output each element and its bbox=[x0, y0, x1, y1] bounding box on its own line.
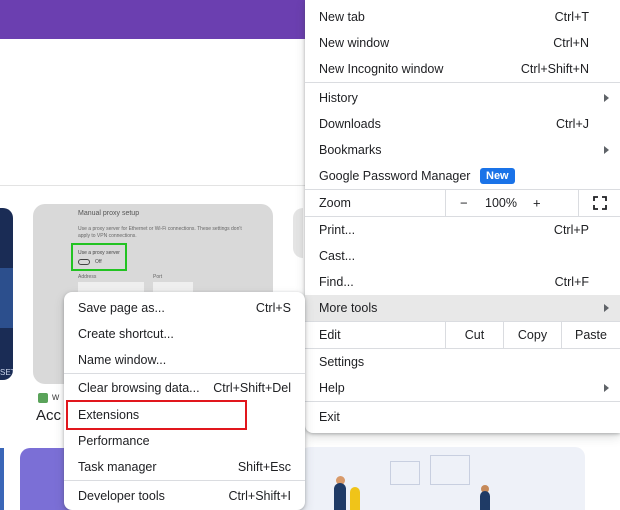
menu-item-clear-browsing-data[interactable]: Clear browsing data... Ctrl+Shift+Del bbox=[64, 375, 305, 401]
submenu-arrow-icon bbox=[604, 146, 609, 154]
illustration-panel bbox=[430, 455, 470, 485]
article-illustration[interactable] bbox=[300, 447, 585, 510]
menu-item-label: Performance bbox=[78, 434, 150, 448]
menu-item-shortcut: Ctrl+Shift+N bbox=[520, 62, 589, 76]
menu-item-shortcut: Ctrl+T bbox=[554, 10, 589, 24]
menu-item-label: History bbox=[319, 91, 358, 105]
card-left-text: SET bbox=[0, 368, 13, 377]
menu-item-label: Settings bbox=[319, 355, 365, 369]
menu-item-label: Clear browsing data... bbox=[78, 381, 200, 395]
submenu-arrow-icon bbox=[604, 384, 609, 392]
paste-button[interactable]: Paste bbox=[561, 322, 620, 348]
menu-item-label: Zoom bbox=[319, 196, 351, 210]
zoom-in-button[interactable]: + bbox=[533, 196, 541, 211]
use-proxy-label: Use a proxy server bbox=[78, 250, 120, 256]
menu-item-settings[interactable]: Settings bbox=[305, 349, 620, 375]
menu-item-cast[interactable]: Cast... bbox=[305, 243, 620, 269]
thumbnail-title: Manual proxy setup bbox=[78, 210, 140, 217]
menu-item-label: Save page as... bbox=[78, 301, 165, 315]
menu-item-shortcut: Ctrl+P bbox=[553, 223, 589, 237]
menu-item-shortcut: Ctrl+Shift+Del bbox=[213, 381, 291, 395]
menu-item-label: Name window... bbox=[78, 353, 167, 367]
menu-separator bbox=[64, 480, 305, 481]
menu-item-new-incognito[interactable]: New Incognito window Ctrl+Shift+N bbox=[305, 56, 620, 82]
menu-item-label: Help bbox=[319, 381, 345, 395]
menu-item-password-manager[interactable]: Google Password Manager New bbox=[305, 163, 620, 189]
menu-item-label: Print... bbox=[319, 223, 356, 237]
menu-item-label: Downloads bbox=[319, 117, 381, 131]
menu-item-label: Create shortcut... bbox=[78, 327, 174, 341]
source-favicon-icon bbox=[38, 393, 48, 403]
copy-button[interactable]: Copy bbox=[503, 322, 561, 348]
fullscreen-button[interactable] bbox=[578, 190, 620, 216]
menu-item-performance[interactable]: Performance bbox=[64, 428, 305, 454]
card-bottom-left[interactable] bbox=[0, 448, 4, 510]
menu-item-zoom: Zoom − 100% + bbox=[305, 190, 620, 216]
menu-item-label: New window bbox=[319, 36, 390, 50]
menu-item-shortcut: Ctrl+F bbox=[554, 275, 589, 289]
menu-item-label: Bookmarks bbox=[319, 143, 382, 157]
fullscreen-icon bbox=[593, 196, 607, 210]
article-card-left[interactable]: SET bbox=[0, 208, 13, 380]
address-label: Address bbox=[78, 274, 97, 280]
proxy-toggle-state: Off bbox=[95, 259, 102, 265]
article-thumbnail-right[interactable] bbox=[293, 208, 303, 258]
menu-item-save-page[interactable]: Save page as... Ctrl+S bbox=[64, 295, 305, 321]
proxy-highlight-box bbox=[71, 243, 127, 271]
extensions-highlight-box bbox=[66, 400, 247, 430]
zoom-controls: − 100% + bbox=[445, 190, 620, 216]
menu-item-name-window[interactable]: Name window... bbox=[64, 347, 305, 373]
menu-separator bbox=[305, 401, 620, 402]
menu-item-label: Find... bbox=[319, 275, 354, 289]
proxy-toggle bbox=[78, 259, 90, 265]
submenu-arrow-icon bbox=[604, 94, 609, 102]
person-figure-icon bbox=[350, 487, 360, 510]
menu-item-label: Cast... bbox=[319, 249, 356, 263]
menu-separator bbox=[64, 373, 305, 374]
menu-item-downloads[interactable]: Downloads Ctrl+J bbox=[305, 111, 620, 137]
more-tools-submenu: Save page as... Ctrl+S Create shortcut..… bbox=[64, 292, 305, 510]
zoom-level: 100% bbox=[485, 196, 517, 210]
cut-button[interactable]: Cut bbox=[445, 322, 503, 348]
menu-item-history[interactable]: History bbox=[305, 85, 620, 111]
port-label: Port bbox=[153, 274, 163, 280]
menu-item-label: Exit bbox=[319, 410, 340, 424]
menu-item-shortcut: Ctrl+J bbox=[556, 117, 589, 131]
menu-item-label: Edit bbox=[319, 328, 341, 342]
menu-item-help[interactable]: Help bbox=[305, 375, 620, 401]
card-image-glow bbox=[0, 268, 13, 328]
menu-item-label: Task manager bbox=[78, 460, 157, 474]
source-name: w bbox=[52, 392, 60, 403]
menu-item-bookmarks[interactable]: Bookmarks bbox=[305, 137, 620, 163]
menu-item-edit: Edit Cut Copy Paste bbox=[305, 322, 620, 348]
menu-item-task-manager[interactable]: Task manager Shift+Esc bbox=[64, 454, 305, 480]
menu-item-new-tab[interactable]: New tab Ctrl+T bbox=[305, 4, 620, 30]
zoom-out-button[interactable]: − bbox=[460, 196, 468, 211]
menu-item-find[interactable]: Find... Ctrl+F bbox=[305, 269, 620, 295]
chrome-main-menu: New tab Ctrl+T New window Ctrl+N New Inc… bbox=[305, 0, 620, 433]
thumbnail-description: Use a proxy server for Ethernet or Wi-Fi… bbox=[78, 226, 242, 239]
menu-item-label: New Incognito window bbox=[319, 62, 444, 76]
menu-item-new-window[interactable]: New window Ctrl+N bbox=[305, 30, 620, 56]
person-figure-icon bbox=[334, 483, 346, 510]
menu-item-label: Google Password Manager bbox=[319, 169, 471, 183]
new-badge: New bbox=[480, 168, 515, 184]
menu-item-exit[interactable]: Exit bbox=[305, 404, 620, 430]
menu-item-more-tools[interactable]: More tools bbox=[305, 295, 620, 321]
illustration-panel bbox=[390, 461, 420, 485]
menu-item-create-shortcut[interactable]: Create shortcut... bbox=[64, 321, 305, 347]
menu-item-label: More tools bbox=[319, 301, 378, 315]
menu-item-shortcut: Ctrl+N bbox=[553, 36, 589, 50]
menu-separator bbox=[305, 82, 620, 83]
menu-item-print[interactable]: Print... Ctrl+P bbox=[305, 217, 620, 243]
menu-item-shortcut: Ctrl+Shift+I bbox=[228, 489, 291, 503]
menu-item-label: New tab bbox=[319, 10, 365, 24]
menu-item-shortcut: Ctrl+S bbox=[255, 301, 291, 315]
article-title[interactable]: Acc bbox=[36, 407, 61, 424]
person-figure-icon bbox=[480, 491, 490, 510]
submenu-arrow-icon bbox=[604, 304, 609, 312]
menu-item-developer-tools[interactable]: Developer tools Ctrl+Shift+I bbox=[64, 483, 305, 509]
menu-item-label: Developer tools bbox=[78, 489, 165, 503]
menu-item-shortcut: Shift+Esc bbox=[237, 460, 291, 474]
